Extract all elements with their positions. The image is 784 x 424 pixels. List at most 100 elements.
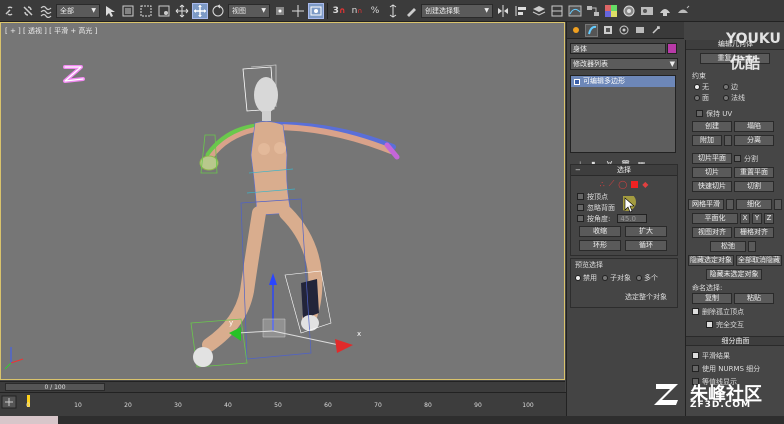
- preview-off-radio[interactable]: 禁用: [575, 273, 597, 283]
- shrink-button[interactable]: 收缩: [579, 226, 621, 237]
- stack-item-editable-poly[interactable]: 可编辑多边形: [571, 76, 675, 87]
- grow-button[interactable]: 扩大: [625, 226, 667, 237]
- preserve-uv-checkbox[interactable]: 保持 UV: [696, 108, 732, 119]
- detach-button[interactable]: 分离: [734, 135, 774, 146]
- relax-button[interactable]: 松弛: [710, 241, 746, 252]
- make-planar-button[interactable]: 平面化: [692, 213, 738, 224]
- snap-toggle-icon[interactable]: 3 ∩: [331, 3, 347, 19]
- angle-snap-icon[interactable]: n ∩: [349, 3, 365, 19]
- attach-settings-button[interactable]: [724, 135, 732, 146]
- select-move-icon[interactable]: [192, 2, 208, 19]
- preview-multi-radio[interactable]: 多个: [636, 273, 658, 283]
- preview-subobject-radio[interactable]: 子对象: [602, 273, 631, 283]
- delete-isolated-checkbox[interactable]: 删除孤立顶点: [692, 306, 744, 317]
- smooth-result-checkbox[interactable]: 平滑结果: [692, 350, 730, 361]
- pivot-center-icon[interactable]: [272, 3, 288, 19]
- keyboard-shortcut-icon[interactable]: [308, 2, 324, 19]
- curve-editor-icon[interactable]: [567, 3, 583, 19]
- motion-tab-icon[interactable]: [617, 24, 630, 37]
- view-align-button[interactable]: 视图对齐: [692, 227, 732, 238]
- move-gizmo-icon[interactable]: [290, 3, 306, 19]
- edge-level-icon[interactable]: ⟋: [609, 179, 615, 189]
- ring-button[interactable]: 环形: [579, 240, 621, 251]
- render-icon[interactable]: [657, 3, 673, 19]
- by-angle-checkbox[interactable]: 按角度: 45.0: [577, 213, 677, 224]
- cut-button[interactable]: 切割: [734, 181, 774, 192]
- unlink-icon[interactable]: [20, 3, 36, 19]
- select-by-name-icon[interactable]: [120, 3, 136, 19]
- object-color-swatch[interactable]: [667, 43, 677, 54]
- relax-settings-button[interactable]: [748, 241, 756, 252]
- hide-unselected-button[interactable]: 隐藏未选定对象: [706, 269, 762, 280]
- gizmo-x-arrow-icon[interactable]: [335, 339, 353, 353]
- time-slider-bar[interactable]: 0 / 100: [0, 381, 565, 392]
- full-interactivity-checkbox[interactable]: 完全交互: [706, 319, 744, 330]
- maxscript-listener[interactable]: [0, 416, 58, 424]
- tessellate-settings-button[interactable]: [774, 199, 782, 210]
- slice-plane-button[interactable]: 切片平面: [692, 153, 732, 164]
- loop-button[interactable]: 循环: [625, 240, 667, 251]
- material-editor-icon[interactable]: [603, 3, 619, 19]
- layer-manager-icon[interactable]: [531, 3, 547, 19]
- hierarchy-tab-icon[interactable]: [601, 24, 614, 37]
- planar-z-button[interactable]: Z: [764, 213, 774, 224]
- modifier-list-dropdown[interactable]: 修改器列表 ▼: [570, 58, 678, 70]
- planar-x-button[interactable]: X: [740, 213, 750, 224]
- ref-coord-dropdown[interactable]: 视图 ▼: [228, 3, 270, 18]
- constraint-face-radio[interactable]: 面: [694, 93, 709, 103]
- percent-snap-icon[interactable]: %: [367, 3, 383, 19]
- constraint-none-radio[interactable]: 无: [694, 82, 709, 92]
- attach-button[interactable]: 附加: [692, 135, 722, 146]
- split-checkbox[interactable]: 分割: [734, 153, 758, 164]
- expand-box-icon[interactable]: [574, 78, 580, 85]
- window-crossing-icon[interactable]: [156, 3, 172, 19]
- collapse-button[interactable]: 塌陷: [734, 121, 774, 132]
- object-name-field[interactable]: 身体: [570, 43, 666, 54]
- edit-named-sel-icon[interactable]: [403, 3, 419, 19]
- track-bar[interactable]: 0 10 20 30 40 50 60 70 80 90 100: [0, 392, 566, 416]
- gizmo-z-arrow-icon[interactable]: [269, 273, 277, 285]
- time-slider-handle[interactable]: 0 / 100: [5, 383, 105, 391]
- polygon-level-icon[interactable]: [631, 180, 639, 188]
- element-level-icon[interactable]: ◆: [642, 180, 648, 189]
- select-object-icon[interactable]: [102, 3, 118, 19]
- copy-button[interactable]: 复制: [692, 293, 732, 304]
- rendered-frame-icon[interactable]: [639, 3, 655, 19]
- gizmo-plane-handle[interactable]: [262, 318, 286, 338]
- hide-selected-button[interactable]: 隐藏选定对象: [688, 255, 734, 266]
- create-tab-icon[interactable]: [569, 24, 582, 37]
- select-rotate-icon[interactable]: [210, 3, 226, 19]
- constraint-edge-radio[interactable]: 边: [723, 82, 738, 92]
- modifier-stack[interactable]: 可编辑多边形: [570, 75, 676, 153]
- vertex-level-icon[interactable]: ∴: [600, 180, 605, 189]
- render-active-icon[interactable]: [675, 3, 691, 19]
- grid-align-button[interactable]: 栅格对齐: [734, 227, 774, 238]
- named-selection-dropdown[interactable]: 创建选择集 ▼: [421, 3, 493, 18]
- selection-rollout-header[interactable]: − 选择: [571, 165, 677, 176]
- rect-selection-icon[interactable]: [138, 3, 154, 19]
- quickslice-button[interactable]: 快速切片: [692, 181, 732, 192]
- link-icon[interactable]: [2, 3, 18, 19]
- graphite-tools-icon[interactable]: [549, 3, 565, 19]
- align-icon[interactable]: [513, 3, 529, 19]
- spinner-snap-icon[interactable]: [385, 3, 401, 19]
- perspective-viewport[interactable]: [ + ] [ 透视 ] [ 平滑 + 高光 ] y x: [0, 22, 565, 380]
- paste-button[interactable]: 粘贴: [734, 293, 774, 304]
- bind-spacewarp-icon[interactable]: [38, 3, 54, 19]
- constraint-normal-radio[interactable]: 法线: [723, 93, 745, 103]
- subdivision-header[interactable]: 细分曲面: [686, 336, 784, 346]
- selection-filter-dropdown[interactable]: 全部 ▼: [56, 3, 100, 18]
- utilities-tab-icon[interactable]: [649, 24, 662, 37]
- create-button[interactable]: 创建: [692, 121, 732, 132]
- meshsmooth-button[interactable]: 网格平滑: [688, 199, 724, 210]
- display-tab-icon[interactable]: [633, 24, 646, 37]
- border-level-icon[interactable]: ◯: [618, 180, 627, 189]
- use-nurms-checkbox[interactable]: 使用 NURMS 细分: [692, 363, 760, 374]
- modify-tab-icon[interactable]: [585, 23, 598, 37]
- slice-button[interactable]: 切片: [692, 167, 732, 178]
- reset-plane-button[interactable]: 重置平面: [734, 167, 774, 178]
- schematic-view-icon[interactable]: [585, 3, 601, 19]
- meshsmooth-settings-button[interactable]: [726, 199, 734, 210]
- render-setup-icon[interactable]: [621, 3, 637, 19]
- tessellate-button[interactable]: 细化: [736, 199, 772, 210]
